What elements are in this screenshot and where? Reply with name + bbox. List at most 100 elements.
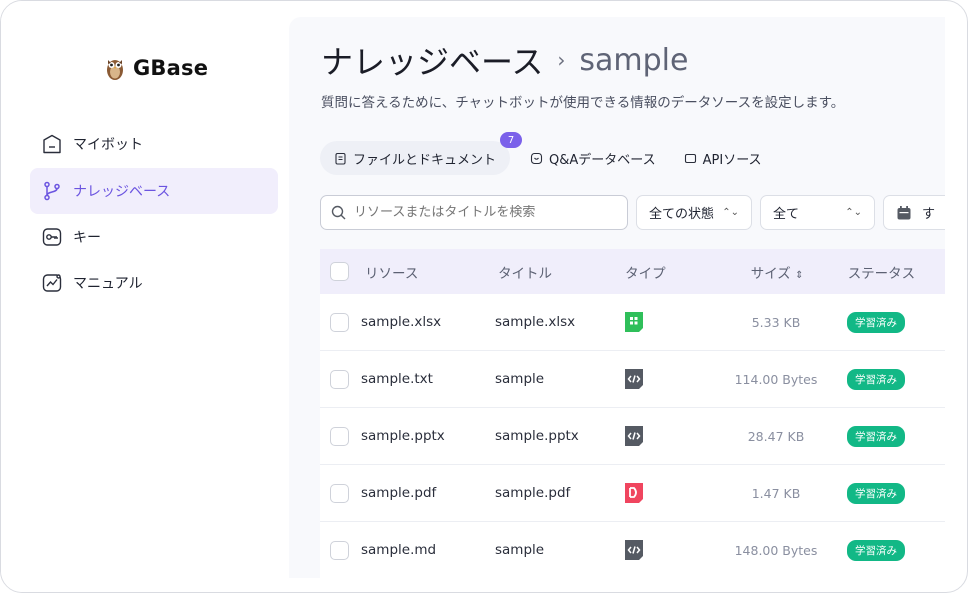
tab-label: APIソース [702,152,762,168]
sidebar-item-key[interactable]: キー [30,214,278,260]
file-size: 28.47 KB [747,428,805,444]
filter-bar: 全ての状態 ⌃⌄ 全て ⌃⌄ す [320,195,945,230]
qa-icon [530,152,543,164]
resource-table: リソース タイトル タイプ サイズ ⇕ ステータス sample.xlsx sa… [320,249,945,578]
resource-title: sample.pptx [495,428,579,444]
sidebar-item-knowledge-base[interactable]: ナレッジベース [30,168,278,214]
status-badge: 学習済み [847,368,905,390]
resource-name: sample.pdf [361,485,437,501]
select-all-checkbox[interactable] [330,262,349,281]
table-header: リソース タイトル タイプ サイズ ⇕ ステータス [320,249,945,294]
column-header-size[interactable]: サイズ ⇕ [719,262,836,282]
row-checkbox[interactable] [330,312,349,332]
table-row[interactable]: sample.txt sample 114.00 Bytes 学習済み [320,351,945,408]
status-badge: 学習済み [847,539,905,561]
row-checkbox[interactable] [330,540,349,560]
search-input[interactable] [354,205,614,220]
file-size: 114.00 Bytes [734,371,818,387]
sidebar-item-label: キー [73,230,101,246]
resource-type [623,425,717,447]
column-header-label: サイズ [750,265,791,282]
resource-name: sample.xlsx [361,314,442,330]
breadcrumb: ナレッジベース › sample [321,37,688,83]
breadcrumb-current: sample [579,42,689,78]
file-size: 148.00 Bytes [734,542,818,558]
file-size: 1.47 KB [751,485,801,501]
select-value: す [922,207,936,222]
sidebar-item-label: マイボット [73,137,143,153]
resource-title: sample.xlsx [495,314,576,330]
sidebar-item-label: マニュアル [73,276,143,292]
column-header-title: タイトル [498,265,553,282]
column-header-resource: リソース [365,265,419,282]
resource-type [623,311,717,333]
resource-title: sample [495,542,545,558]
code-file-icon [625,426,643,446]
chevron-up-down-icon: ⌃⌄ [722,207,739,218]
status-filter-select[interactable]: 全ての状態 ⌃⌄ [636,195,752,230]
page-description: 質問に答えるために、チャットボットが使用できる情報のデータソースを設定します。 [321,95,845,111]
pdf-file-icon [625,483,643,503]
main-content: ナレッジベース › sample 質問に答えるために、チャットボットが使用できる… [289,17,945,578]
manual-icon [42,274,62,292]
sidebar: GBase マイボット ナレッジベース キー マニュアル [1,1,289,592]
calendar-icon [897,205,911,219]
page-title[interactable]: ナレッジベース [321,37,543,83]
chevron-up-down-icon: ⌃⌄ [845,207,862,218]
type-filter-select[interactable]: 全て ⌃⌄ [760,195,875,230]
table-row[interactable]: sample.md sample 148.00 Bytes 学習済み [320,522,945,578]
api-icon [684,153,696,163]
tab-label: ファイルとドキュメント [353,152,497,168]
row-checkbox[interactable] [330,426,349,446]
sidebar-item-mybot[interactable]: マイボット [30,121,278,167]
resource-type [623,482,717,504]
app-window: GBase マイボット ナレッジベース キー マニュアル ナレッジベース › s… [0,0,968,593]
owl-logo-icon [107,60,123,80]
select-value: 全て [773,207,800,222]
status-cell: 学習済み [835,311,945,333]
select-value: 全ての状態 [649,207,715,222]
brand-name: GBase [133,56,209,80]
resource-title: sample.pdf [495,485,571,501]
status-cell: 学習済み [835,425,945,447]
row-checkbox[interactable] [330,369,349,389]
file-size: 5.33 KB [751,314,801,330]
sort-icon: ⇕ [795,269,804,281]
brand-logo[interactable]: GBase [105,55,208,81]
bot-icon [43,134,61,154]
resource-name: sample.md [361,542,437,558]
spreadsheet-file-icon [625,312,643,332]
source-tabs: ファイルとドキュメント 7 Q&Aデータベース APIソース [320,132,776,175]
resource-name: sample.txt [361,371,433,387]
row-checkbox[interactable] [330,483,349,503]
search-box[interactable] [320,195,628,230]
sidebar-item-manual[interactable]: マニュアル [30,260,278,306]
table-row[interactable]: sample.pptx sample.pptx 28.47 KB 学習済み [320,408,945,465]
resource-title: sample [495,371,545,387]
status-badge: 学習済み [847,311,905,333]
column-header-status: ステータス [847,265,916,282]
table-row[interactable]: sample.xlsx sample.xlsx 5.33 KB 学習済み [320,294,945,351]
breadcrumb-separator: › [557,48,566,72]
status-cell: 学習済み [835,539,945,561]
code-file-icon [625,540,643,560]
tab-qa-database[interactable]: Q&Aデータベース [516,141,670,175]
tab-api-source[interactable]: APIソース [670,141,776,175]
date-filter-select[interactable]: す [883,195,945,230]
key-icon [42,228,62,246]
search-icon [331,205,346,220]
status-badge: 学習済み [847,425,905,447]
column-header-type: タイプ [625,265,666,282]
sidebar-item-label: ナレッジベース [73,184,171,200]
document-icon [335,152,346,165]
resource-name: sample.pptx [361,428,445,444]
tab-files-documents[interactable]: ファイルとドキュメント 7 [320,132,523,175]
status-cell: 学習済み [835,368,945,390]
status-cell: 学習済み [835,482,945,504]
resource-type [623,368,717,390]
status-badge: 学習済み [847,482,905,504]
branch-icon [44,181,60,201]
tab-label: Q&Aデータベース [549,152,656,168]
table-row[interactable]: sample.pdf sample.pdf 1.47 KB 学習済み [320,465,945,522]
resource-type [623,539,717,561]
